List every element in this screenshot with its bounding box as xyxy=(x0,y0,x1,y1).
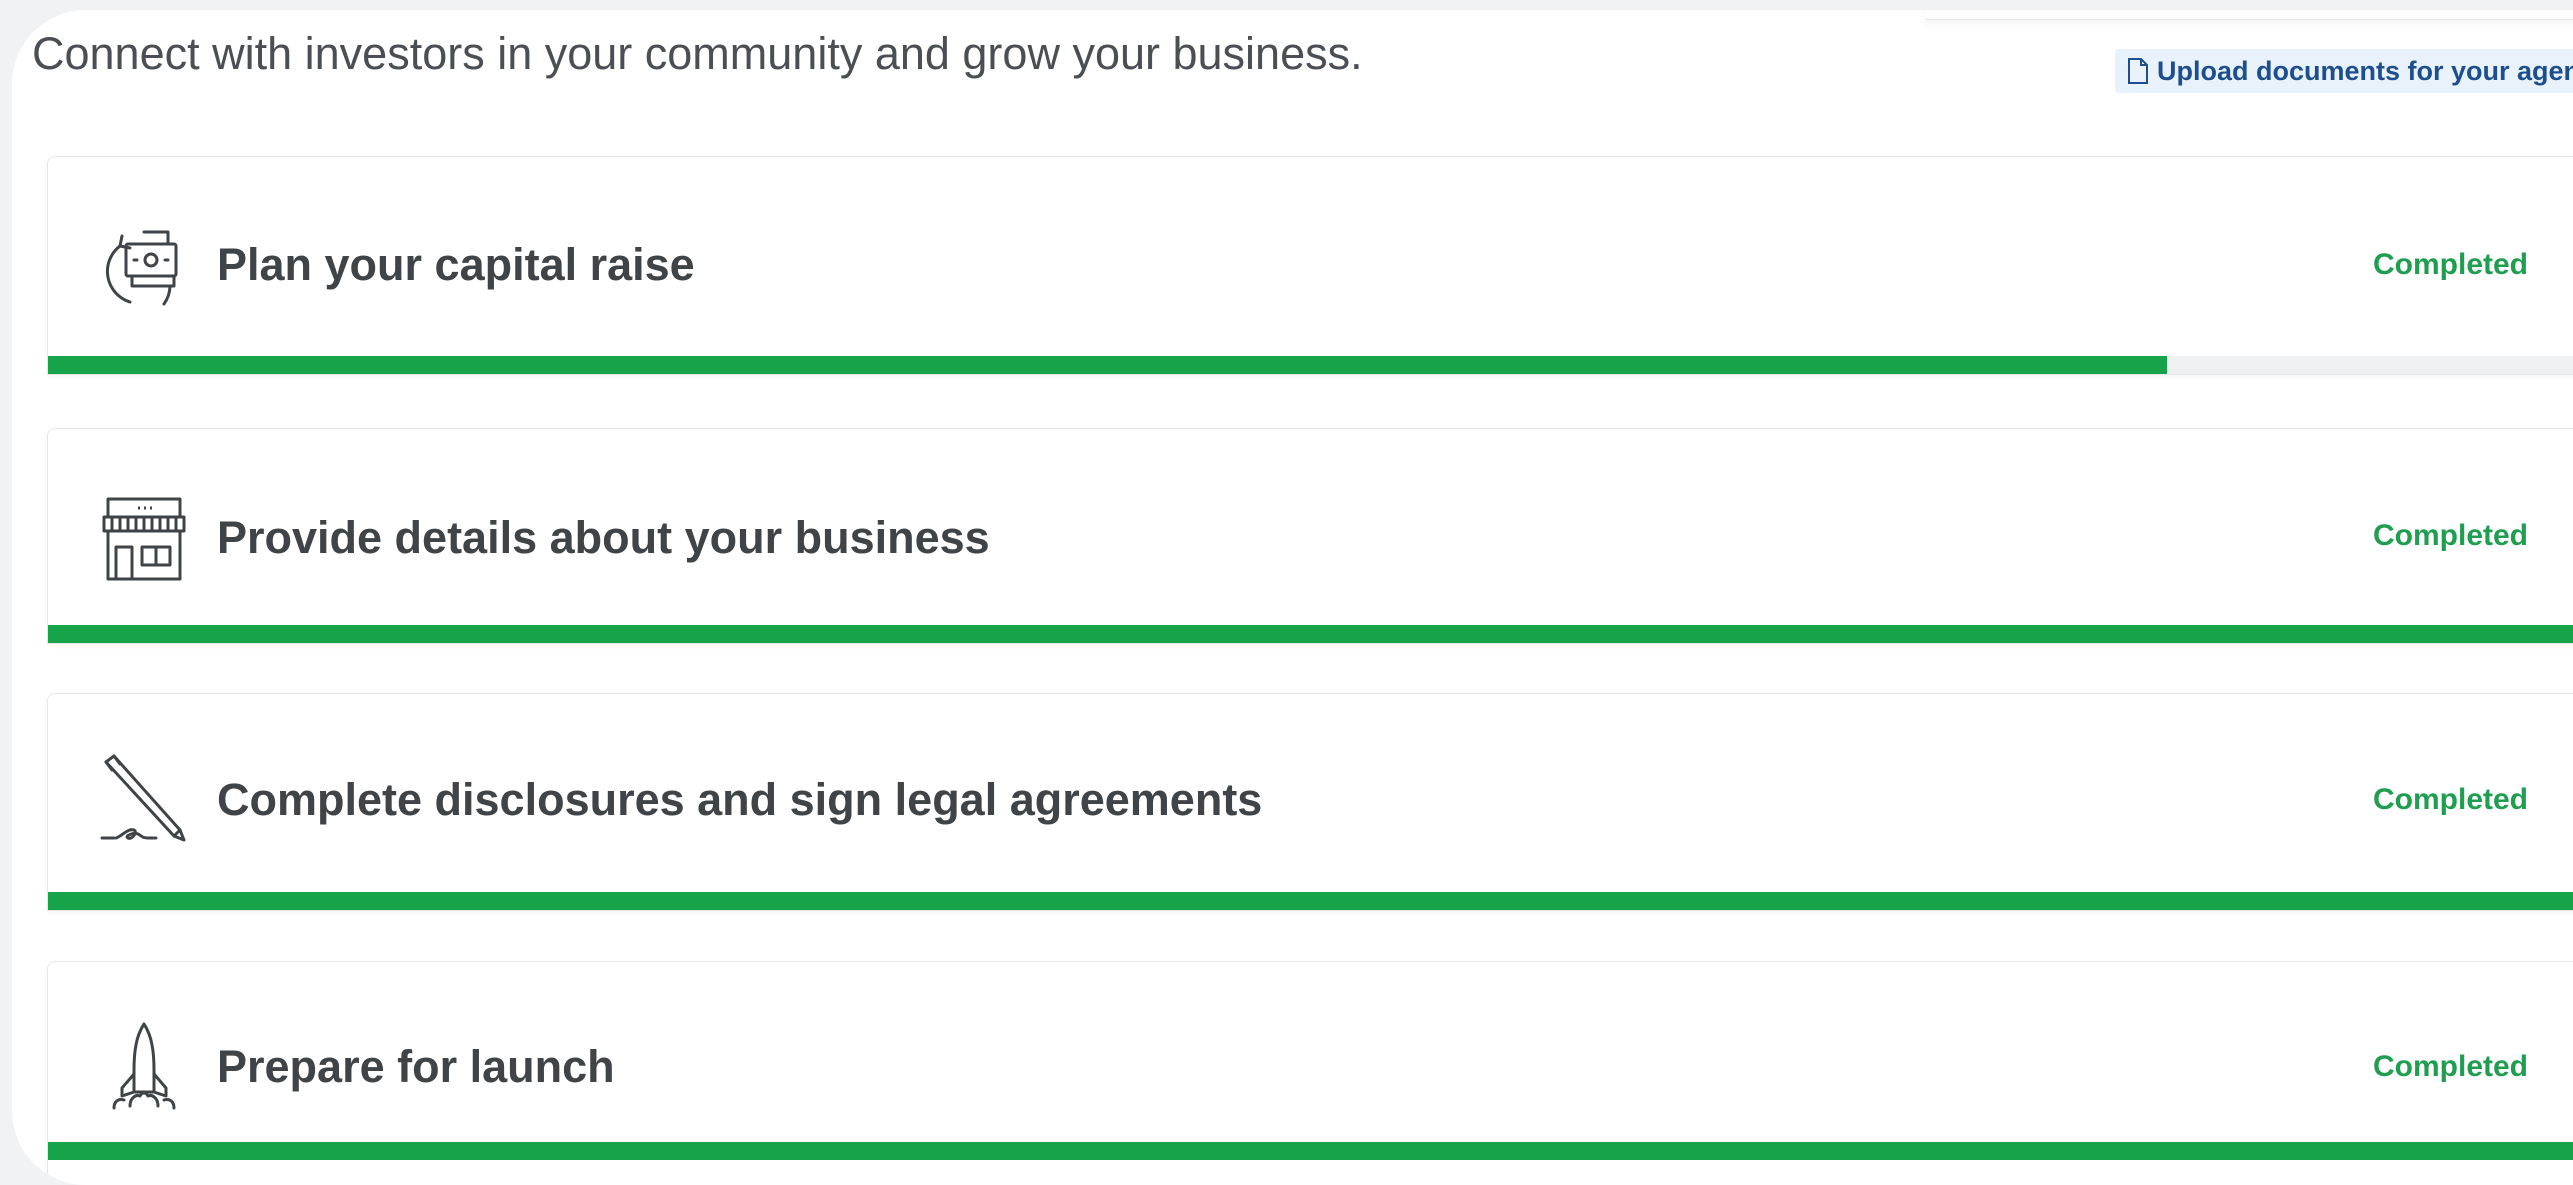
step-title: Plan your capital raise xyxy=(217,239,695,290)
step-status: Completed xyxy=(2373,519,2529,552)
step-progress-bar xyxy=(48,1142,2573,1160)
page-subtitle: Connect with investors in your community… xyxy=(32,28,1363,79)
app-frame: Connect with investors in your community… xyxy=(12,10,2573,1185)
step-title: Complete disclosures and sign legal agre… xyxy=(217,774,1263,825)
step-progress-bar xyxy=(48,625,2573,643)
step-card-prepare-launch[interactable]: Prepare for launch Completed xyxy=(47,961,2573,1185)
step-card-business-details[interactable]: Provide details about your business Comp… xyxy=(47,428,2573,644)
step-progress-bar xyxy=(48,892,2573,910)
step-title: Provide details about your business xyxy=(217,512,990,563)
upload-documents-label: Upload documents for your agent xyxy=(2157,55,2573,86)
document-icon xyxy=(2127,58,2149,84)
step-status: Completed xyxy=(2373,783,2529,816)
step-title: Prepare for launch xyxy=(217,1041,615,1092)
step-progress-bar xyxy=(48,356,2573,374)
pen-signature-icon xyxy=(100,754,188,842)
storefront-icon xyxy=(100,495,188,583)
step-card-disclosures[interactable]: Complete disclosures and sign legal agre… xyxy=(47,693,2573,911)
money-cycle-icon xyxy=(100,224,188,312)
step-status: Completed xyxy=(2373,248,2529,281)
step-progress-fill xyxy=(48,892,2573,910)
step-progress-fill xyxy=(48,625,2573,643)
step-progress-fill xyxy=(48,356,2168,374)
upload-documents-link[interactable]: Upload documents for your agent xyxy=(2115,49,2573,93)
step-progress-fill xyxy=(48,1142,2573,1160)
top-card-edge xyxy=(1925,10,2573,20)
rocket-icon xyxy=(100,1022,188,1110)
step-status: Completed xyxy=(2373,1050,2529,1083)
step-card-plan-capital-raise[interactable]: Plan your capital raise Completed xyxy=(47,156,2573,375)
